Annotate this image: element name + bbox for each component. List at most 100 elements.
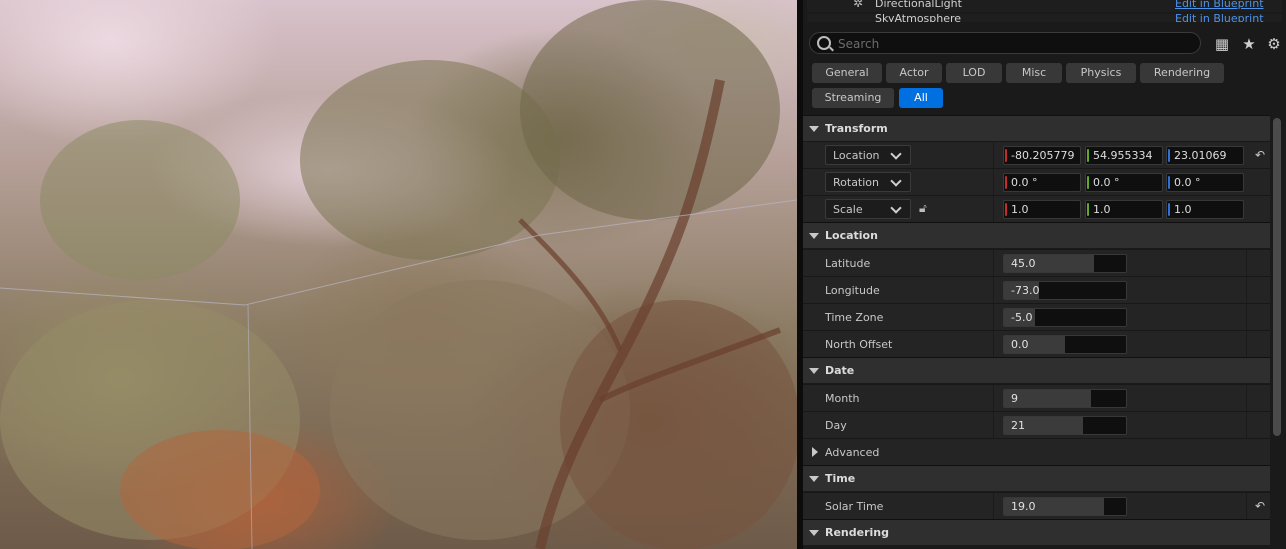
chevron-down-icon [890,175,902,187]
rotation-x-field[interactable]: 0.0 ° [1003,173,1081,192]
filter-lod[interactable]: LOD [946,63,1002,83]
section-title: Location [825,229,878,242]
field-value: -80.205779 [1011,149,1075,162]
property-label: Latitude [825,257,871,270]
expand-arrow-icon [812,447,818,457]
solar-time-row: Solar Time 19.0 ↶ [803,492,1270,519]
collapse-arrow-icon [809,530,819,536]
filter-physics[interactable]: Physics [1066,63,1136,83]
dropdown-label: Location [833,149,880,162]
dropdown-label: Scale [833,203,863,216]
level-viewport[interactable] [0,0,797,549]
location-row: Location -80.205779 54.955334 23.01069 ↶ [803,141,1270,168]
z-axis-indicator [1168,203,1170,216]
field-value: 1.0 [1093,203,1111,216]
field-value: 0.0 ° [1011,176,1038,189]
unlock-icon[interactable]: 🔓︎ [919,201,933,217]
solar-time-field[interactable]: 19.0 [1003,497,1127,516]
field-value: 19.0 [1011,500,1036,513]
field-value: 45.0 [1011,257,1036,270]
outliner-row[interactable]: SkyAtmosphere Edit in Blueprint [807,14,1282,22]
column-divider [1246,277,1247,303]
column-divider [993,493,994,519]
search-box[interactable] [809,32,1201,54]
edit-in-blueprint-link[interactable]: Edit in Blueprint [1175,14,1264,22]
property-label: Month [825,392,860,405]
section-title: Rendering [825,526,889,539]
edit-in-blueprint-link[interactable]: Edit in Blueprint [1175,0,1264,10]
date-section-header[interactable]: Date [803,357,1270,383]
field-value: 1.0 [1174,203,1192,216]
filter-misc[interactable]: Misc [1006,63,1062,83]
z-axis-indicator [1168,176,1170,189]
table-view-icon[interactable]: ▦ [1213,35,1231,53]
vertical-scrollbar[interactable] [1273,118,1281,436]
directional-light-icon: ✲ [853,0,864,10]
column-divider [993,331,994,357]
month-field[interactable]: 9 [1003,389,1127,408]
field-value: 54.955334 [1093,149,1153,162]
branch-lines [0,79,797,549]
reset-icon[interactable]: ↶ [1253,148,1267,162]
field-value: 1.0 [1011,203,1029,216]
field-value: 0.0 [1011,338,1029,351]
scale-dropdown[interactable]: Scale [825,199,911,219]
collapse-arrow-icon [809,233,819,239]
collapse-arrow-icon [809,368,819,374]
x-axis-indicator [1005,203,1007,216]
filter-streaming[interactable]: Streaming [812,88,894,108]
y-axis-indicator [1087,149,1089,162]
filter-actor[interactable]: Actor [886,63,942,83]
filter-rendering[interactable]: Rendering [1140,63,1224,83]
latitude-field[interactable]: 45.0 [1003,254,1127,273]
advanced-label: Advanced [825,446,880,459]
collapse-arrow-icon [809,476,819,482]
longitude-field[interactable]: -73.0 [1003,281,1127,300]
column-divider [1246,385,1247,411]
property-label: Longitude [825,284,880,297]
location-dropdown[interactable]: Location [825,145,911,165]
field-value: 9 [1011,392,1018,405]
north-offset-row: North Offset 0.0 [803,330,1270,357]
scale-x-field[interactable]: 1.0 [1003,200,1081,219]
column-divider [993,196,994,222]
x-axis-indicator [1005,176,1007,189]
section-title: Date [825,364,855,377]
column-divider [993,412,994,438]
location-z-field[interactable]: 23.01069 [1166,146,1244,165]
reset-icon[interactable]: ↶ [1253,499,1267,513]
column-divider [993,250,994,276]
north-offset-field[interactable]: 0.0 [1003,335,1127,354]
filter-all[interactable]: All [899,88,943,108]
column-divider [1246,493,1247,519]
property-label: Day [825,419,847,432]
column-divider [1246,412,1247,438]
column-divider [993,142,994,168]
filter-general[interactable]: General [812,63,882,83]
search-input[interactable] [836,35,1190,53]
gear-icon[interactable]: ⚙ [1265,35,1283,53]
chevron-down-icon [890,148,902,160]
day-field[interactable]: 21 [1003,416,1127,435]
property-label: Solar Time [825,500,884,513]
dropdown-label: Rotation [833,176,880,189]
rotation-y-field[interactable]: 0.0 ° [1085,173,1163,192]
advanced-row[interactable]: Advanced [803,438,1270,465]
column-divider [993,304,994,330]
location-x-field[interactable]: -80.205779 [1003,146,1081,165]
scale-z-field[interactable]: 1.0 [1166,200,1244,219]
x-axis-indicator [1005,149,1007,162]
rotation-dropdown[interactable]: Rotation [825,172,911,192]
star-icon[interactable]: ★ [1240,35,1258,53]
outliner-row[interactable]: ✲ DirectionalLight Edit in Blueprint [807,0,1282,12]
location-section-header[interactable]: Location [803,222,1270,248]
rendering-section-header[interactable]: Rendering [803,519,1270,545]
time-section-header[interactable]: Time [803,465,1270,491]
scale-y-field[interactable]: 1.0 [1085,200,1163,219]
time-zone-field[interactable]: -5.0 [1003,308,1127,327]
day-row: Day 21 [803,411,1270,438]
property-label: North Offset [825,338,893,351]
rotation-z-field[interactable]: 0.0 ° [1166,173,1244,192]
location-y-field[interactable]: 54.955334 [1085,146,1163,165]
transform-section-header[interactable]: Transform [803,115,1270,141]
